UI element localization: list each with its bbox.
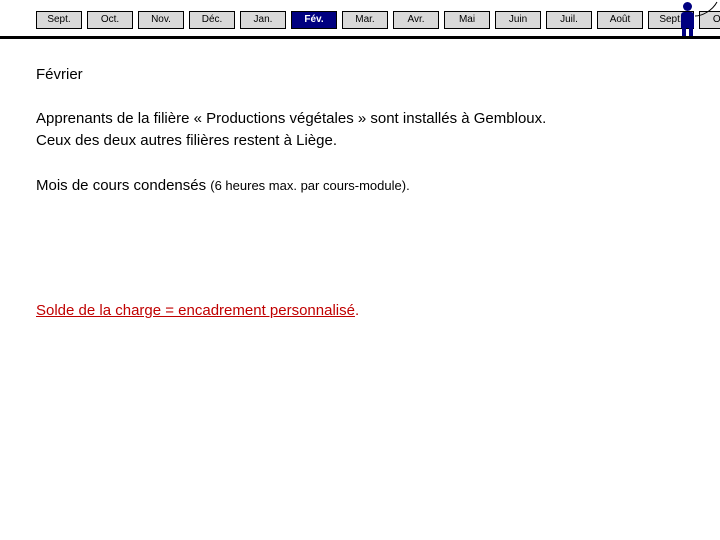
slide-content: Février Apprenants de la filière « Produ… xyxy=(0,36,720,540)
paragraph-installation-line1: Apprenants de la filière « Productions v… xyxy=(36,110,547,127)
paragraph-condensed-months-main: Mois de cours condensés xyxy=(36,177,211,194)
page-title: Février xyxy=(36,66,83,83)
month-tabs[interactable]: Sept. Oct. Nov. Déc. Jan. Fév. Mar. Avr. Mai Juin… xyxy=(36,11,720,29)
person-icon-leg-left xyxy=(682,27,686,36)
paragraph-installation: Apprenants de la filière « Productions v… xyxy=(36,108,682,152)
swoosh-icon xyxy=(694,1,718,17)
month-tab-3[interactable]: Déc. xyxy=(189,11,235,29)
month-tab-2[interactable]: Nov. xyxy=(138,11,184,29)
person-icon-body xyxy=(681,12,694,28)
paragraph-condensed-months: Mois de cours condensés (6 heures max. p… xyxy=(36,175,682,197)
month-tab-11[interactable]: Août xyxy=(597,11,643,29)
paragraph-condensed-months-note: (6 heures max. par cours-module). xyxy=(210,178,410,193)
month-tab-7[interactable]: Avr. xyxy=(393,11,439,29)
solde-statement-underlined: Solde de la charge = encadrement personn… xyxy=(36,302,355,319)
person-icon-leg-right xyxy=(689,27,693,36)
month-tab-9[interactable]: Juin xyxy=(495,11,541,29)
paragraph-installation-line2: Ceux des deux autres filières restent à … xyxy=(36,132,338,149)
month-tab-8[interactable]: Mai xyxy=(444,11,490,29)
month-tab-5[interactable]: Fév. xyxy=(291,11,337,29)
person-icon-head xyxy=(683,2,692,11)
solde-statement-period: . xyxy=(354,302,360,319)
solde-statement: Solde de la charge = encadrement personn… xyxy=(36,302,359,319)
month-tab-4[interactable]: Jan. xyxy=(240,11,286,29)
month-tab-6[interactable]: Mar. xyxy=(342,11,388,29)
month-tab-10[interactable]: Juil. xyxy=(546,11,592,29)
month-tab-0[interactable]: Sept. xyxy=(36,11,82,29)
month-tab-1[interactable]: Oct. xyxy=(87,11,133,29)
month-tab-bar: Sept. Oct. Nov. Déc. Jan. Fév. Mar. Avr. Mai Juin… xyxy=(0,0,720,36)
